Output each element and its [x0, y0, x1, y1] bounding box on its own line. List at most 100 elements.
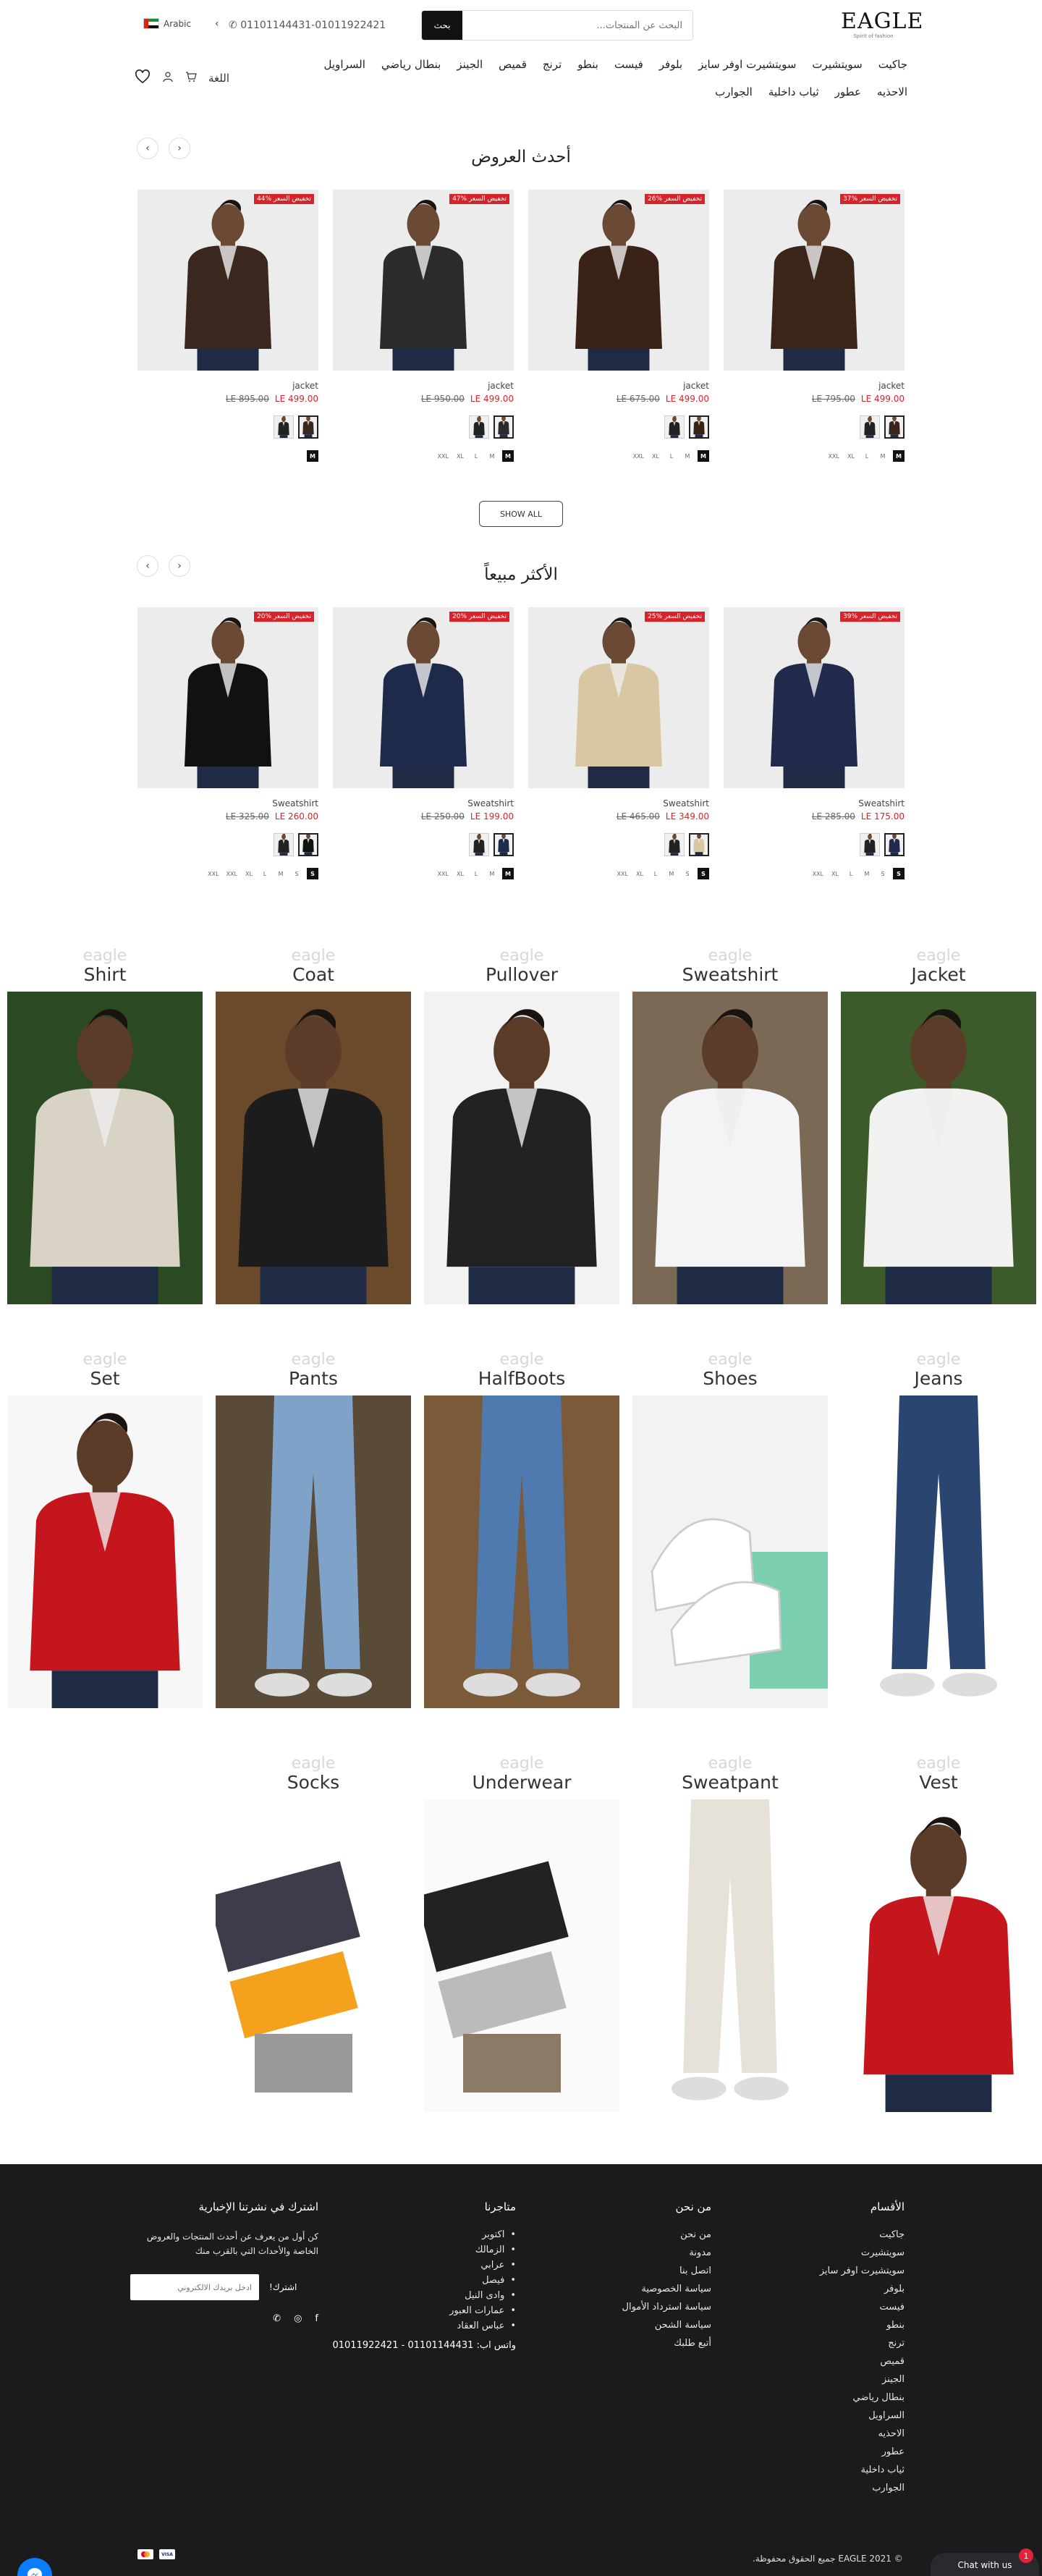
- footer-section-link[interactable]: جاكيت: [716, 2229, 905, 2240]
- footer-newsletter: اشترك في نشرتنا الإخبارية كن أول من يعرف…: [130, 2200, 318, 2324]
- footer-section-link[interactable]: قميص: [716, 2356, 905, 2367]
- footer-section-link[interactable]: ترنج: [716, 2338, 905, 2349]
- footer-stores-title: متاجرنا: [484, 2200, 516, 2213]
- category-image[interactable]: [841, 1395, 1036, 1708]
- visa-icon: VISA: [159, 2549, 175, 2559]
- category-watermark: eagle: [916, 1351, 961, 1369]
- category-watermark: eagle: [708, 1754, 753, 1773]
- category-image[interactable]: [424, 1395, 619, 1708]
- category-name[interactable]: Underwear: [424, 1772, 619, 1794]
- category-watermark: eagle: [916, 947, 961, 965]
- newsletter-email-input[interactable]: [130, 2274, 259, 2300]
- footer-section-link[interactable]: بلوفر: [716, 2284, 905, 2294]
- category-card[interactable]: eagle Jacket: [841, 948, 1036, 1304]
- category-image[interactable]: [841, 992, 1036, 1304]
- footer-store-link[interactable]: اكتوبر: [328, 2229, 516, 2240]
- footer-section-link[interactable]: الجينز: [716, 2374, 905, 2385]
- category-card[interactable]: eagle Set: [7, 1352, 203, 1708]
- category-image[interactable]: [632, 992, 828, 1304]
- footer-section-link[interactable]: ثياب داخلية: [716, 2465, 905, 2475]
- category-card[interactable]: eagle Shirt: [7, 948, 203, 1304]
- category-card[interactable]: eagle Socks: [216, 1756, 411, 2112]
- footer-section-link[interactable]: الجوارب: [716, 2483, 905, 2493]
- footer-stores: متاجرنا اكتوبر الزمالك عرابي فيصل وادى النيل…: [328, 2200, 516, 2351]
- footer-about-link[interactable]: سياسة الخصوصية: [523, 2284, 711, 2294]
- category-card[interactable]: eagle Sweatshirt: [632, 948, 828, 1304]
- category-name[interactable]: Shoes: [632, 1368, 828, 1390]
- whatsapp-icon[interactable]: ✆: [273, 2313, 281, 2324]
- footer-about-link[interactable]: أتبع طلبك: [523, 2338, 711, 2349]
- footer-section-link[interactable]: سويتشيرت اوفر سايز: [716, 2265, 905, 2276]
- whatsapp-numbers[interactable]: واتس اب: 01101144431 - 01011922421: [328, 2340, 516, 2351]
- category-image[interactable]: [216, 1395, 411, 1708]
- category-name[interactable]: Sweatshirt: [632, 964, 828, 986]
- footer-about-link[interactable]: سياسة استرداد الأموال: [523, 2302, 711, 2313]
- social-links: f ◎ ✆: [130, 2313, 318, 2324]
- category-image[interactable]: [841, 1799, 1036, 2112]
- category-name[interactable]: Pants: [216, 1368, 411, 1390]
- footer-section-link[interactable]: بنطو: [716, 2320, 905, 2331]
- category-watermark: eagle: [708, 947, 753, 965]
- category-card[interactable]: eagle Pants: [216, 1352, 411, 1708]
- category-card[interactable]: eagle Coat: [216, 948, 411, 1304]
- category-name[interactable]: Shirt: [7, 964, 203, 986]
- footer-about-link[interactable]: من نحن: [523, 2229, 711, 2240]
- facebook-icon[interactable]: f: [315, 2313, 318, 2324]
- footer-section-link[interactable]: السراويل: [716, 2410, 905, 2421]
- category-image[interactable]: [7, 992, 203, 1304]
- category-watermark: eagle: [82, 947, 127, 965]
- instagram-icon[interactable]: ◎: [294, 2313, 302, 2324]
- footer-about-link[interactable]: سياسة الشحن: [523, 2320, 711, 2331]
- category-watermark: eagle: [499, 1351, 544, 1369]
- newsletter-text: كن أول من يعرف عن أحدث المنتجات والعروض …: [146, 2231, 318, 2256]
- newsletter-subscribe-button[interactable]: اشترك!: [269, 2282, 297, 2292]
- category-image[interactable]: [7, 1395, 203, 1708]
- newsletter-form: اشترك!: [130, 2274, 318, 2300]
- category-card[interactable]: eagle HalfBoots: [424, 1352, 619, 1708]
- chat-count-badge: 1: [1019, 2548, 1033, 2563]
- category-watermark: eagle: [499, 1754, 544, 1773]
- category-name[interactable]: Socks: [216, 1772, 411, 1794]
- footer-store-link[interactable]: وادى النيل: [328, 2290, 516, 2301]
- category-name[interactable]: Sweatpant: [632, 1772, 828, 1794]
- footer-sections: الأقسام جاكيت سويتشيرت سويتشيرت اوفر سايز ب…: [716, 2200, 905, 2501]
- footer-about-link[interactable]: اتصل بنا: [523, 2265, 711, 2276]
- category-image[interactable]: [632, 1395, 828, 1708]
- chat-label: Chat with us: [957, 2560, 1012, 2570]
- category-watermark: eagle: [708, 1351, 753, 1369]
- category-watermark: eagle: [82, 1351, 127, 1369]
- category-image[interactable]: [632, 1799, 828, 2112]
- category-name[interactable]: Set: [7, 1368, 203, 1390]
- category-card[interactable]: eagle Sweatpant: [632, 1756, 828, 2112]
- footer-about-link[interactable]: مدونة: [523, 2247, 711, 2258]
- category-image[interactable]: [424, 992, 619, 1304]
- category-name[interactable]: Jeans: [841, 1368, 1036, 1390]
- footer-store-link[interactable]: عباس العقاد: [328, 2320, 516, 2331]
- footer-store-link[interactable]: عمارات العبور: [328, 2305, 516, 2316]
- category-card[interactable]: eagle Underwear: [424, 1756, 619, 2112]
- category-watermark: eagle: [291, 947, 336, 965]
- category-name[interactable]: Pullover: [424, 964, 619, 986]
- category-image[interactable]: [216, 992, 411, 1304]
- category-card[interactable]: eagle Pullover: [424, 948, 619, 1304]
- category-name[interactable]: Jacket: [841, 964, 1036, 986]
- category-image[interactable]: [424, 1799, 619, 2112]
- category-card[interactable]: eagle Jeans: [841, 1352, 1036, 1708]
- footer-section-link[interactable]: الاحذيه: [716, 2428, 905, 2439]
- footer-section-link[interactable]: عطور: [716, 2446, 905, 2457]
- category-card[interactable]: eagle Vest: [841, 1756, 1036, 2112]
- footer-store-link[interactable]: فيصل: [328, 2275, 516, 2286]
- footer-store-link[interactable]: الزمالك: [328, 2245, 516, 2255]
- category-name[interactable]: Vest: [841, 1772, 1036, 1794]
- footer: الأقسام جاكيت سويتشيرت سويتشيرت اوفر سايز ب…: [0, 2164, 1042, 2576]
- footer-section-link[interactable]: بنطال رياضي: [716, 2392, 905, 2403]
- footer-section-link[interactable]: فيست: [716, 2302, 905, 2313]
- chat-widget[interactable]: Chat with us 1: [931, 2548, 1039, 2576]
- category-watermark: eagle: [291, 1351, 336, 1369]
- footer-section-link[interactable]: سويتشيرت: [716, 2247, 905, 2258]
- category-name[interactable]: Coat: [216, 964, 411, 986]
- category-card[interactable]: eagle Shoes: [632, 1352, 828, 1708]
- footer-store-link[interactable]: عرابي: [328, 2260, 516, 2271]
- category-name[interactable]: HalfBoots: [424, 1368, 619, 1390]
- category-image[interactable]: [216, 1799, 411, 2112]
